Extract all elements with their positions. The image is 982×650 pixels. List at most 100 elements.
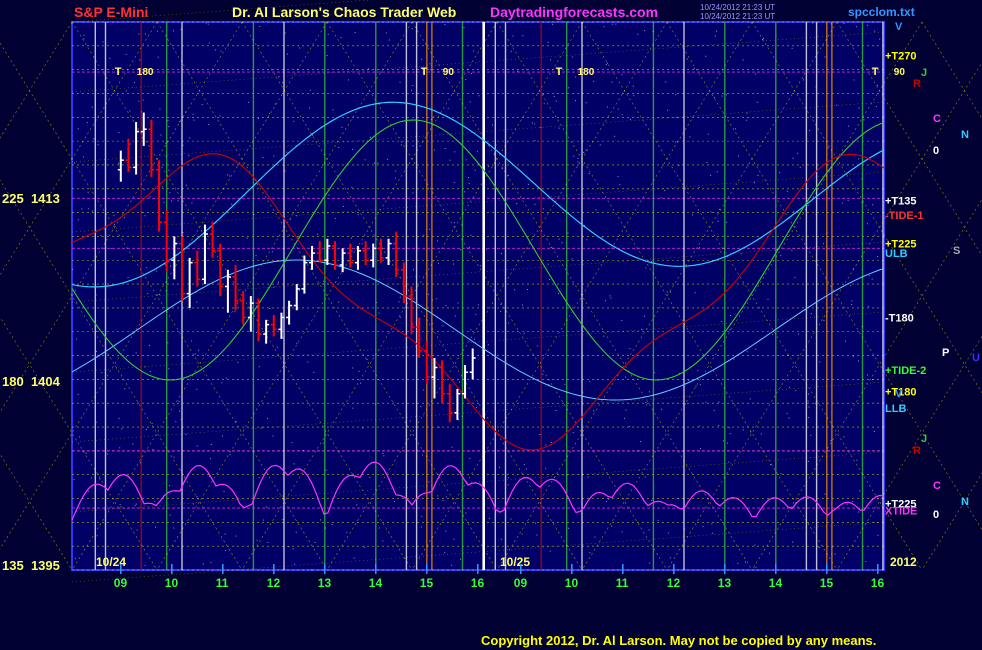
star-dot [168,368,170,370]
star-dot [469,458,471,460]
star-dot [156,30,158,32]
planet-glyph: C [933,480,941,492]
star-dot [876,84,878,86]
star-dot [517,70,519,72]
star-dot [202,563,204,565]
star-dot [469,101,471,103]
star-dot [154,248,156,250]
star-dot [861,326,863,328]
star-dot [293,120,295,122]
star-dot [180,28,182,30]
star-dot [125,53,127,55]
star-dot [498,466,500,468]
star-dot [459,381,461,383]
star-dot [196,445,198,447]
star-dot [619,184,621,186]
star-dot [100,235,102,237]
star-dot [763,37,765,39]
star-dot [429,63,431,65]
star-dot [809,130,811,132]
star-dot [564,383,566,385]
star-dot [309,107,311,109]
star-dot [149,371,151,373]
star-dot [421,515,423,517]
star-dot [681,450,683,452]
star-dot [831,553,833,555]
star-dot [470,329,472,331]
star-dot [265,506,267,508]
star-dot [615,23,617,25]
star-dot [121,428,123,430]
star-dot [93,138,95,140]
star-dot [110,247,112,249]
star-dot [362,427,364,429]
star-dot [453,263,455,265]
star-dot [654,372,656,374]
right-level-label: +TIDE-2 [885,365,926,377]
star-dot [460,249,462,251]
star-dot [369,136,371,138]
star-dot [558,293,560,295]
star-dot [295,531,297,533]
star-dot [269,308,271,310]
star-dot [527,289,529,291]
star-dot [725,94,727,96]
star-dot [388,39,390,41]
star-dot [798,333,800,335]
star-dot [667,532,669,534]
star-dot [521,533,523,535]
star-dot [567,232,569,234]
star-dot [688,379,690,381]
star-dot [307,361,309,363]
star-dot [163,201,165,203]
star-dot [383,455,385,457]
star-dot [382,540,384,542]
star-dot [608,498,610,500]
star-dot [697,370,699,372]
star-dot [721,321,723,323]
star-dot [90,477,92,479]
star-dot [641,328,643,330]
star-dot [262,519,264,521]
star-dot [640,441,642,443]
star-dot [867,374,869,376]
star-dot [872,379,874,381]
star-dot [139,59,141,61]
star-dot [495,144,497,146]
star-dot [138,100,140,102]
star-dot [223,188,225,190]
star-dot [277,281,279,283]
star-dot [780,473,782,475]
star-dot [118,417,120,419]
star-dot [856,459,858,461]
star-dot [95,421,97,423]
star-dot [856,26,858,28]
star-dot [710,174,712,176]
star-dot [470,73,472,75]
star-dot [575,100,577,102]
star-dot [737,562,739,564]
star-dot [124,388,126,390]
x-tick-label: 12 [267,576,281,590]
star-dot [711,523,713,525]
star-dot [289,218,291,220]
star-dot [836,104,838,106]
star-dot [727,442,729,444]
star-dot [692,214,694,216]
star-dot [445,496,447,498]
star-dot [351,237,353,239]
star-dot [119,447,121,449]
star-dot [792,541,794,543]
star-dot [431,118,433,120]
star-dot [699,247,701,249]
star-dot [165,155,167,157]
star-dot [433,149,435,151]
star-dot [95,351,97,353]
star-dot [94,355,96,357]
star-dot [664,190,666,192]
star-dot [780,254,782,256]
star-dot [583,151,585,153]
star-dot [807,400,809,402]
star-dot [463,27,465,29]
y-label-1395: 135 1395 [2,558,60,573]
